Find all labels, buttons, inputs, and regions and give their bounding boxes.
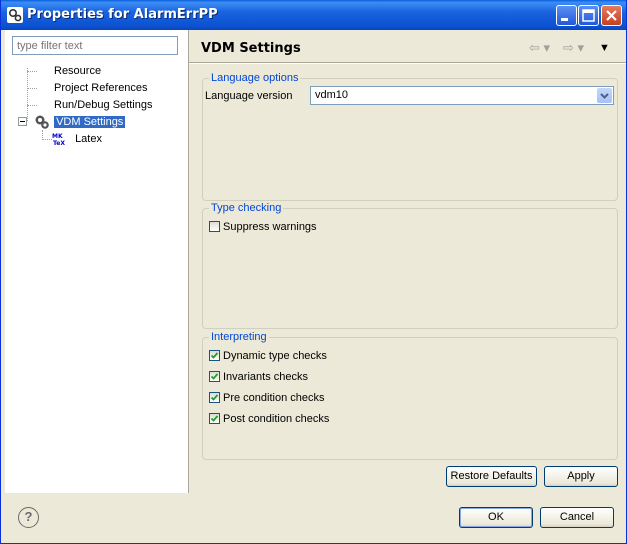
view-menu-icon[interactable]: ▼ <box>599 42 610 54</box>
tree-item-run-debug-settings[interactable]: Run/Debug Settings <box>52 97 154 113</box>
latex-icon: MKTeX <box>52 133 65 147</box>
suppress-warnings-checkbox[interactable]: Suppress warnings <box>209 220 317 234</box>
tree-item-label: Project References <box>54 82 148 94</box>
gears-icon <box>35 115 49 129</box>
filter-input[interactable] <box>12 36 178 55</box>
title-separator <box>189 62 626 64</box>
close-button[interactable] <box>601 5 622 26</box>
tree-item-resource[interactable]: Resource <box>52 63 103 79</box>
tree-guide <box>42 139 52 140</box>
title-bar[interactable]: Properties for AlarmErrPP <box>1 0 626 30</box>
type-checking-legend: Type checking <box>209 202 284 214</box>
post-condition-checks-label: Post condition checks <box>223 413 330 425</box>
window-title: Properties for AlarmErrPP <box>27 7 218 22</box>
back-arrow-icon[interactable]: ⇦ ▾ <box>529 40 550 56</box>
maximize-button[interactable] <box>578 5 599 26</box>
svg-text:TeX: TeX <box>53 140 65 146</box>
tree-item-label: Resource <box>54 65 102 77</box>
tree-guide <box>27 68 28 121</box>
collapse-icon[interactable] <box>18 117 27 126</box>
language-options-legend: Language options <box>209 72 301 84</box>
restore-defaults-button[interactable]: Restore Defaults <box>446 466 537 487</box>
forward-arrow-icon[interactable]: ⇨ ▾ <box>563 40 584 56</box>
invariants-checks-label: Invariants checks <box>223 371 308 383</box>
checkbox-checked-icon[interactable] <box>209 349 220 361</box>
dropdown-arrow-icon[interactable] <box>597 88 612 103</box>
tree-item-latex[interactable]: MK TeX Latex <box>52 131 104 147</box>
language-version-select[interactable]: vdm10 <box>310 86 614 105</box>
checkbox-checked-icon[interactable] <box>209 391 220 403</box>
cancel-button[interactable]: Cancel <box>540 507 614 528</box>
apply-button[interactable]: Apply <box>544 466 618 487</box>
pre-condition-checks-checkbox[interactable]: Pre condition checks <box>209 391 325 405</box>
tree-item-label: VDM Settings <box>54 116 126 128</box>
tree-item-label: Latex <box>75 133 102 145</box>
suppress-warnings-label: Suppress warnings <box>223 221 317 233</box>
page-title: VDM Settings <box>201 41 301 56</box>
checkbox-icon[interactable] <box>209 220 220 232</box>
tree-guide <box>27 71 37 72</box>
app-icon <box>7 7 23 23</box>
tree-guide <box>27 88 37 89</box>
interpreting-legend: Interpreting <box>209 331 269 343</box>
property-page: VDM Settings ⇦ ▾ ⇨ ▾ ▼ Language options … <box>189 30 626 493</box>
svg-text:MK: MK <box>52 133 63 140</box>
dynamic-type-checks-checkbox[interactable]: Dynamic type checks <box>209 349 327 363</box>
minimize-button[interactable] <box>556 5 577 26</box>
language-version-value: vdm10 <box>315 89 349 101</box>
post-condition-checks-checkbox[interactable]: Post condition checks <box>209 412 329 426</box>
tree-item-project-references[interactable]: Project References <box>52 80 150 96</box>
language-version-label: Language version <box>205 90 293 102</box>
tree-guide <box>27 105 37 106</box>
checkbox-checked-icon[interactable] <box>209 370 220 382</box>
properties-dialog: Properties for AlarmErrPP Resource Proje… <box>0 0 627 544</box>
tree-item-label: Run/Debug Settings <box>54 99 153 111</box>
dynamic-type-checks-label: Dynamic type checks <box>223 350 327 362</box>
pre-condition-checks-label: Pre condition checks <box>223 392 325 404</box>
invariants-checks-checkbox[interactable]: Invariants checks <box>209 370 308 384</box>
ok-button[interactable]: OK <box>459 507 533 528</box>
help-icon[interactable]: ? <box>18 507 39 528</box>
checkbox-checked-icon[interactable] <box>209 412 220 424</box>
tree-item-vdm-settings[interactable]: VDM Settings <box>34 114 126 130</box>
tree-panel: Resource Project References Run/Debug Se… <box>5 30 189 493</box>
